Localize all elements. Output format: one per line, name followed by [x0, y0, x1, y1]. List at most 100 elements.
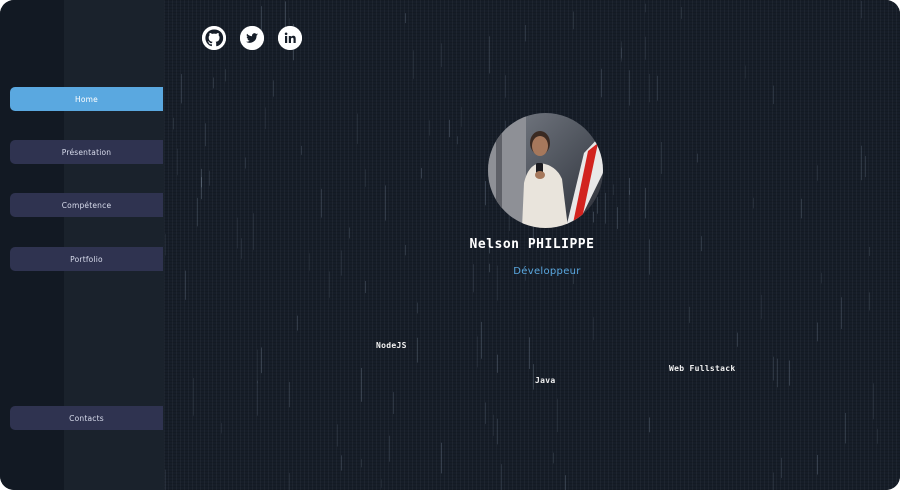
code-rain-streak	[441, 43, 442, 68]
nav-presentation-button[interactable]: Présentation	[10, 140, 163, 164]
code-rain-streak	[745, 65, 746, 79]
code-rain-streak	[645, 3, 646, 13]
twitter-icon	[240, 26, 264, 50]
code-rain-streak	[501, 464, 502, 490]
code-rain-streak	[177, 148, 178, 176]
code-rain-streak	[457, 136, 458, 145]
profile-role: Développeur	[513, 266, 581, 277]
nav-competence-button[interactable]: Compétence	[10, 193, 163, 217]
code-rain-streak	[525, 24, 526, 42]
code-rain-streak	[289, 382, 290, 408]
code-rain-streak	[493, 414, 494, 436]
code-rain-streak	[477, 336, 478, 368]
code-rain-streak	[257, 380, 258, 416]
code-rain-streak	[773, 472, 774, 490]
code-rain-streak	[417, 302, 418, 314]
code-rain-streak	[649, 73, 650, 103]
code-rain-streak	[817, 455, 818, 475]
code-rain-streak	[565, 475, 566, 490]
code-rain-streak	[417, 337, 418, 363]
code-rain-streak	[225, 69, 226, 82]
code-rain-streak	[261, 347, 262, 374]
profile-photo	[488, 113, 603, 228]
code-rain-streak	[613, 184, 614, 196]
code-rain-streak	[365, 280, 366, 293]
code-rain-streak	[357, 113, 358, 144]
code-rain-streak	[197, 197, 198, 227]
code-rain-streak	[497, 354, 498, 373]
code-rain-streak	[405, 13, 406, 24]
code-rain-streak	[273, 80, 274, 97]
code-rain-streak	[841, 297, 842, 329]
code-rain-streak	[181, 74, 182, 104]
code-rain-streak	[737, 332, 738, 347]
code-rain-streak	[777, 358, 778, 388]
code-rain-streak	[201, 168, 202, 188]
code-rain-streak	[173, 117, 174, 130]
code-rain-streak	[801, 198, 802, 219]
code-rain-streak	[257, 349, 258, 384]
linkedin-link[interactable]	[278, 26, 302, 50]
code-rain-streak	[753, 197, 754, 209]
github-icon	[202, 26, 226, 50]
code-rain-streak	[205, 123, 206, 147]
code-rain-streak	[629, 70, 630, 106]
nav-portfolio-button[interactable]: Portfolio	[10, 247, 163, 271]
code-rain-streak	[557, 398, 558, 433]
code-rain-streak	[245, 157, 246, 169]
code-rain-streak	[597, 197, 598, 214]
code-rain-streak	[497, 418, 498, 445]
code-rain-streak	[301, 145, 302, 155]
code-rain-streak	[413, 50, 414, 79]
nav-home-button[interactable]: Home	[10, 87, 163, 111]
code-rain-streak	[617, 207, 618, 229]
code-rain-streak	[593, 317, 594, 340]
code-rain-streak	[209, 170, 210, 186]
code-rain-streak	[645, 36, 646, 60]
code-rain-streak	[461, 107, 462, 127]
code-rain-streak	[817, 322, 818, 342]
skill-label: Java	[535, 376, 556, 385]
code-rain-streak	[337, 424, 338, 447]
code-rain-streak	[789, 360, 790, 386]
code-rain-streak	[661, 142, 662, 174]
code-rain-streak	[381, 479, 382, 488]
code-rain-streak	[649, 417, 650, 433]
code-rain-streak	[689, 306, 690, 323]
code-rain-streak	[297, 315, 298, 331]
code-rain-streak	[861, 0, 862, 19]
code-rain-streak	[485, 402, 486, 424]
code-rain-streak	[629, 190, 630, 224]
main-content: Nelson PHILIPPE Développeur NodeJS Java …	[164, 0, 900, 490]
code-rain-streak	[873, 383, 874, 420]
code-rain-streak	[605, 192, 606, 224]
code-rain-streak	[289, 473, 290, 490]
code-rain-streak	[165, 469, 166, 490]
app-window: Home Présentation Compétence Portfolio C…	[0, 0, 900, 490]
code-rain-streak	[321, 188, 322, 218]
code-rain-streak	[861, 145, 862, 181]
code-rain-streak	[481, 321, 482, 359]
code-rain-streak	[601, 68, 602, 98]
code-rain-streak	[529, 337, 530, 369]
nav-contacts-button[interactable]: Contacts	[10, 406, 163, 430]
code-rain-streak	[361, 459, 362, 468]
code-rain-streak	[389, 435, 390, 462]
code-rain-streak	[681, 7, 682, 19]
sidebar: Home Présentation Compétence Portfolio C…	[0, 0, 164, 490]
code-rain-streak	[421, 168, 422, 179]
code-rain-streak	[265, 107, 266, 129]
code-rain-streak	[773, 85, 774, 104]
twitter-link[interactable]	[240, 26, 264, 50]
code-rain-streak	[361, 367, 362, 402]
code-rain-streak	[393, 392, 394, 414]
code-rain-streak	[621, 47, 622, 59]
github-link[interactable]	[202, 26, 226, 50]
profile-avatar	[488, 113, 603, 228]
code-rain-streak	[441, 442, 442, 474]
code-rain-streak	[449, 119, 450, 138]
linkedin-icon	[278, 26, 302, 50]
code-rain-streak	[877, 428, 878, 444]
code-rain-streak	[505, 75, 506, 98]
code-rain-streak	[657, 75, 658, 101]
